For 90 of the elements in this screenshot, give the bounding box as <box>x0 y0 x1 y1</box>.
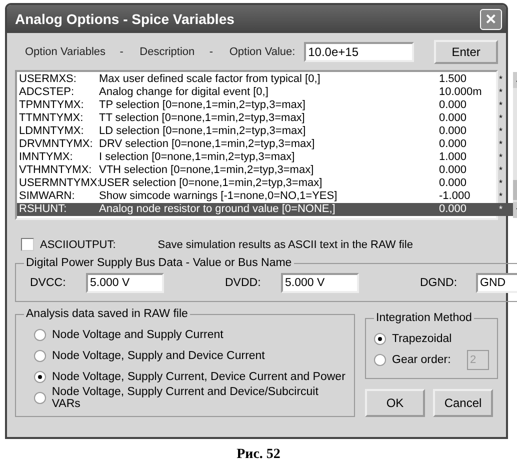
group-title: Analysis data saved in RAW file <box>25 308 189 320</box>
dialog-button[interactable]: OK <box>365 389 425 417</box>
column-label: Option Value: <box>229 46 296 58</box>
variable-value: -1.000 <box>439 190 472 203</box>
window-title: Analog Options - Spice Variables <box>15 11 234 27</box>
group-title: Digital Power Supply Bus Data - Value or Bus Name <box>25 257 293 269</box>
list-row[interactable]: ADCSTEP: Analog change for digital event [0,] 10.000m * <box>17 86 513 99</box>
variable-name: SIMWARN: <box>18 190 76 203</box>
list-row[interactable]: LDMNTYMX: LD selection [0=none,1=min,2=typ,3=max] 0.000 * <box>17 125 513 138</box>
checkbox[interactable] <box>21 238 34 251</box>
variable-value: 0.000 <box>439 112 468 125</box>
variable-value: 10.000m <box>439 86 483 99</box>
variable-name: TTMNTYMX: <box>18 112 84 125</box>
separator-text: - <box>120 46 124 58</box>
radio-label: Node Voltage, Supply and Device Current <box>52 350 265 362</box>
variable-value: 1.500 <box>439 73 468 86</box>
asterisk-mark: * <box>499 138 504 151</box>
list-row[interactable]: TPMNTYMX: TP selection [0=none,1=min,2=typ,3=max] 0.000 * <box>17 99 513 112</box>
list-row[interactable]: TTMNTYMX: TT selection [0=none,1=min,2=typ,3=max] 0.000 * <box>17 112 513 125</box>
asterisk-mark: * <box>499 112 504 125</box>
variable-value: 0.000 <box>439 203 468 216</box>
variable-name: ADCSTEP: <box>18 86 76 99</box>
input-field[interactable]: GND <box>476 273 517 293</box>
enter-button[interactable]: Enter <box>434 40 498 64</box>
variable-description: TP selection [0=none,1=min,2=typ,3=max] <box>99 99 306 112</box>
variable-name: USERMNTYMX: <box>18 177 99 190</box>
variable-value: 1.000 <box>439 151 468 164</box>
asterisk-mark: * <box>499 125 504 138</box>
checkbox-label: ASCIIOUTPUT: <box>40 238 116 250</box>
asterisk-mark: * <box>499 164 504 177</box>
list-row[interactable]: RSHUNT: Analog node resistor to ground value [0=NONE,] 0.000 * <box>17 203 513 216</box>
radio-label: Gear order: <box>392 354 451 366</box>
variable-description: Max user defined scale factor from typical [0,] <box>99 73 322 86</box>
radio-button[interactable] <box>374 332 386 344</box>
radio-button[interactable] <box>34 350 46 362</box>
variable-name: LDMNTYMX: <box>18 125 85 138</box>
asterisk-mark: * <box>499 86 504 99</box>
close-button[interactable]: ✕ <box>480 8 502 30</box>
checkbox-description: Save simulation results as ASCII text in the RAW file <box>158 238 413 250</box>
separator-text: - <box>209 46 214 58</box>
list-row[interactable]: DRVMNTYMX: DRV selection [0=none,1=min,2=typ,3=max] 0.000 * <box>17 138 513 151</box>
asterisk-mark: * <box>499 99 504 112</box>
dialog-button[interactable]: Cancel <box>433 389 493 417</box>
figure-caption: Рис. 52 <box>236 447 282 463</box>
column-label: Option Variables <box>25 46 107 58</box>
variable-description: Analog change for digital event [0,] <box>99 86 270 99</box>
variable-description: VTH selection [0=none,1=min,2=typ,3=max] <box>99 164 315 177</box>
radio-label: Node Voltage and Supply Current <box>52 328 224 340</box>
list-row[interactable]: VTHMNTYMX: VTH selection [0=none,1=min,2=typ,3=max] 0.000 * <box>17 164 513 177</box>
field-label: DVDD: <box>224 277 262 289</box>
radio-button[interactable] <box>34 328 46 340</box>
variable-description: I selection [0=none,1=min,2=typ,3=max] <box>99 151 296 164</box>
variable-description: Analog node resistor to ground value [0=NONE,] <box>99 203 336 216</box>
list-row[interactable]: IMNTYMX: I selection [0=none,1=min,2=typ,3=max] 1.000 * <box>17 151 513 164</box>
radio-button[interactable] <box>34 392 46 404</box>
variable-value: 0.000 <box>439 177 468 190</box>
list-row[interactable]: SIMWARN: Show simcode warnings [-1=none,0=NO,1=YES] -1.000 * <box>17 190 513 203</box>
asterisk-mark: * <box>499 190 504 203</box>
field-label: DGND: <box>419 277 458 289</box>
asterisk-mark: * <box>499 177 504 190</box>
variable-description: Show simcode warnings [-1=none,0=NO,1=YES] <box>99 190 338 203</box>
input-field[interactable]: 5.000 V <box>281 273 359 293</box>
group-title: Integration Method <box>375 312 473 324</box>
radio-label: Node Voltage, Supply Current, Device Current and Power <box>52 370 346 382</box>
radio-label: Trapezoidal <box>392 332 452 344</box>
list-row[interactable]: USERMXS: Max user defined scale factor from typical [0,] 1.500 * <box>17 73 513 86</box>
variable-name: TPMNTYMX: <box>18 99 85 112</box>
list-row[interactable]: USERMNTYMX:USER selection [0=none,1=min,2=typ,3=max] 0.000 * <box>17 177 513 190</box>
asterisk-mark: * <box>499 151 504 164</box>
column-label: Description <box>140 46 196 58</box>
variable-value: 0.000 <box>439 99 468 112</box>
variable-value: 0.000 <box>439 164 468 177</box>
variable-description: USER selection [0=none,1=min,2=typ,3=max] <box>99 177 324 190</box>
input-field[interactable]: 5.000 V <box>86 273 164 293</box>
variable-name: IMNTYMX: <box>18 151 74 164</box>
variable-description: DRV selection [0=none,1=min,2=typ,3=max] <box>99 138 316 151</box>
variable-value: 0.000 <box>439 125 468 138</box>
radio-button[interactable] <box>34 370 46 382</box>
variable-name: DRVMNTYMX: <box>18 138 94 151</box>
field-label: DVCC: <box>29 277 67 289</box>
variable-description: LD selection [0=none,1=min,2=typ,3=max] <box>99 125 307 138</box>
variable-name: VTHMNTYMX: <box>18 164 93 177</box>
variable-name: RSHUNT: <box>18 203 68 216</box>
asterisk-mark: * <box>499 203 504 216</box>
option-value-field[interactable]: 10.0e+15 <box>304 42 414 62</box>
variable-value: 0.000 <box>439 138 468 151</box>
variable-name: USERMXS: <box>18 73 78 86</box>
asterisk-mark: * <box>499 73 504 86</box>
radio-label: Node Voltage, Supply Current and Device/Subcircuit VARs <box>52 386 320 410</box>
variable-description: TT selection [0=none,1=min,2=typ,3=max] <box>99 112 306 125</box>
